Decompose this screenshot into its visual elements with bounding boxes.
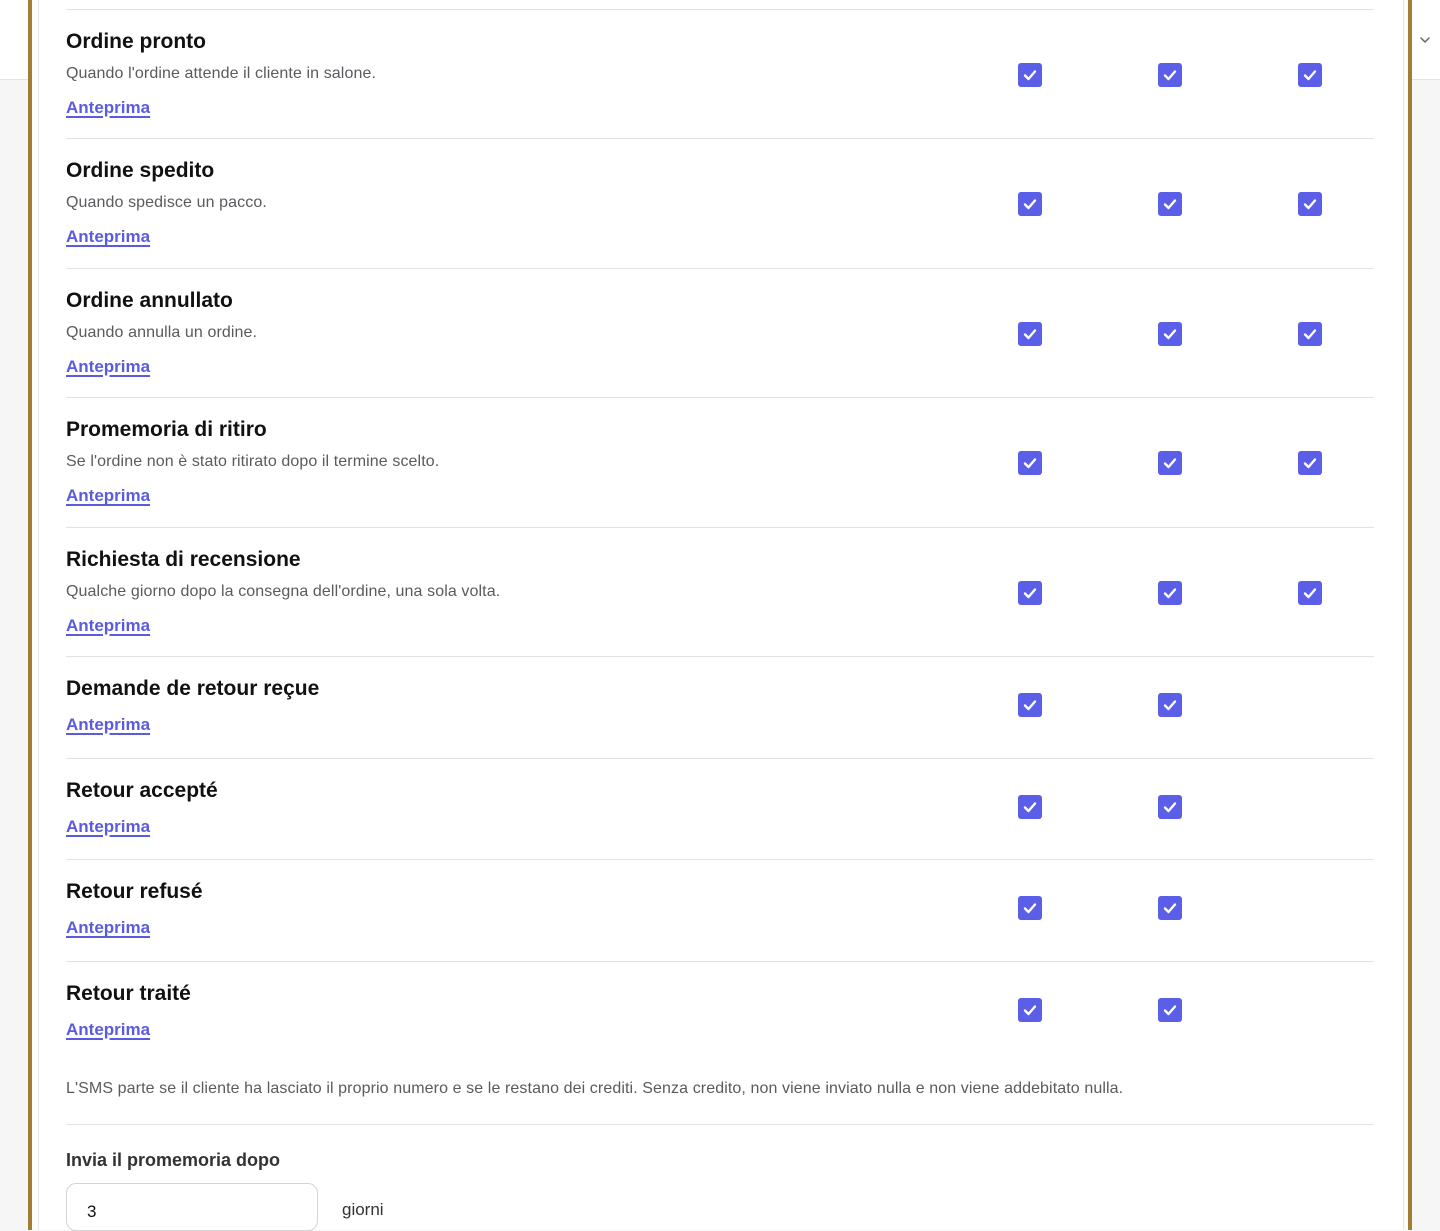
notification-title: Retour refusé — [66, 880, 203, 904]
check-icon — [1163, 903, 1177, 914]
channel-checkbox[interactable] — [1158, 321, 1182, 346]
check-icon — [1163, 587, 1177, 598]
channel-checkbox[interactable] — [1018, 192, 1042, 217]
notification-row: Ordine spedito Quando spedisce un pacco.… — [66, 138, 1374, 267]
preview-link[interactable]: Anteprima — [66, 227, 150, 247]
check-icon — [1023, 801, 1037, 812]
check-icon — [1023, 903, 1037, 914]
preview-link[interactable]: Anteprima — [66, 817, 150, 837]
notification-title: Ordine pronto — [66, 30, 206, 53]
notification-row: Demande de retour reçue Anteprima — [66, 655, 1374, 758]
channel-checkbox[interactable] — [1018, 692, 1042, 717]
check-icon — [1163, 700, 1177, 711]
notification-description: Quando l'ordine attende il cliente in sa… — [66, 65, 376, 82]
channel-checkbox[interactable] — [1158, 63, 1182, 87]
reminder-days-input[interactable]: 3 — [66, 1183, 318, 1231]
channel-checkbox[interactable] — [1158, 997, 1182, 1022]
notification-row: Retour accepté Anteprima — [66, 757, 1374, 860]
check-icon — [1023, 700, 1037, 711]
channel-checkbox[interactable] — [1018, 896, 1042, 921]
check-icon — [1303, 458, 1317, 469]
notification-title: Richiesta di recensione — [66, 547, 301, 571]
channel-checkbox[interactable] — [1298, 580, 1322, 605]
check-icon — [1163, 199, 1177, 210]
sms-note: L'SMS parte se il cliente ha lasciato il… — [66, 1080, 1124, 1097]
channel-checkbox[interactable] — [1018, 580, 1042, 605]
channel-checkbox[interactable] — [1018, 794, 1042, 819]
reminder-label: Invia il promemoria dopo — [66, 1150, 281, 1170]
check-icon — [1023, 329, 1037, 339]
notification-title: Ordine spedito — [66, 159, 215, 183]
notification-title: Retour accepté — [66, 778, 218, 802]
check-icon — [1303, 70, 1317, 81]
notification-description: Quando annulla un ordine. — [66, 323, 258, 341]
notification-description: Se l'ordine non è stato ritirato dopo il… — [66, 453, 440, 471]
preview-link[interactable]: Anteprima — [66, 1020, 150, 1040]
channel-checkbox[interactable] — [1018, 997, 1042, 1022]
notification-description: Quando spedisce un pacco. — [66, 194, 267, 212]
notification-row: Promemoria di ritiro Se l'ordine non è s… — [66, 397, 1374, 526]
notification-description: Qualche giorno dopo la consegna dell'ord… — [66, 582, 501, 600]
check-icon — [1023, 70, 1037, 81]
channel-checkbox[interactable] — [1158, 794, 1182, 819]
check-icon — [1163, 458, 1177, 469]
notification-title: Demande de retour reçue — [66, 676, 320, 700]
notification-title: Retour traité — [66, 981, 191, 1005]
notification-row: Ordine annullato Quando annulla un ordin… — [66, 267, 1374, 397]
notification-title: Promemoria di ritiro — [66, 418, 267, 442]
preview-link[interactable]: Anteprima — [66, 98, 150, 118]
check-icon — [1163, 1005, 1177, 1015]
preview-link[interactable]: Anteprima — [66, 715, 150, 735]
check-icon — [1023, 199, 1037, 210]
check-icon — [1303, 587, 1317, 598]
check-icon — [1303, 329, 1317, 339]
channel-checkbox[interactable] — [1158, 451, 1182, 476]
channel-checkbox[interactable] — [1298, 192, 1322, 217]
preview-link[interactable]: Anteprima — [66, 918, 150, 938]
channel-checkbox[interactable] — [1298, 63, 1322, 87]
check-icon — [1163, 329, 1177, 339]
channel-checkbox[interactable] — [1018, 63, 1042, 87]
channel-checkbox[interactable] — [1158, 896, 1182, 921]
notification-row: Ordine pronto Quando l'ordine attende il… — [66, 9, 1374, 138]
notification-list: Ordine pronto Quando l'ordine attende il… — [66, 9, 1374, 1062]
notification-row: Richiesta di recensione Qualche giorno d… — [66, 526, 1374, 656]
chevron-down-icon[interactable] — [1417, 32, 1433, 48]
notification-row: Retour traité Anteprima — [66, 960, 1374, 1063]
check-icon — [1163, 70, 1177, 81]
notification-row: Retour refusé Anteprima — [66, 859, 1374, 961]
channel-checkbox[interactable] — [1018, 321, 1042, 346]
channel-checkbox[interactable] — [1158, 692, 1182, 717]
channel-checkbox[interactable] — [1158, 580, 1182, 605]
channel-checkbox[interactable] — [1298, 321, 1322, 346]
preview-link[interactable]: Anteprima — [66, 486, 150, 506]
divider — [66, 1124, 1374, 1125]
check-icon — [1023, 458, 1037, 469]
preview-link[interactable]: Anteprima — [66, 616, 150, 636]
check-icon — [1163, 801, 1177, 812]
preview-link[interactable]: Anteprima — [66, 357, 150, 377]
check-icon — [1303, 199, 1317, 210]
channel-checkbox[interactable] — [1298, 451, 1322, 476]
notification-title: Ordine annullato — [66, 288, 233, 312]
check-icon — [1023, 587, 1037, 598]
channel-checkbox[interactable] — [1018, 451, 1042, 476]
check-icon — [1023, 1005, 1037, 1015]
channel-checkbox[interactable] — [1158, 192, 1182, 217]
reminder-unit: giorni — [342, 1200, 384, 1219]
